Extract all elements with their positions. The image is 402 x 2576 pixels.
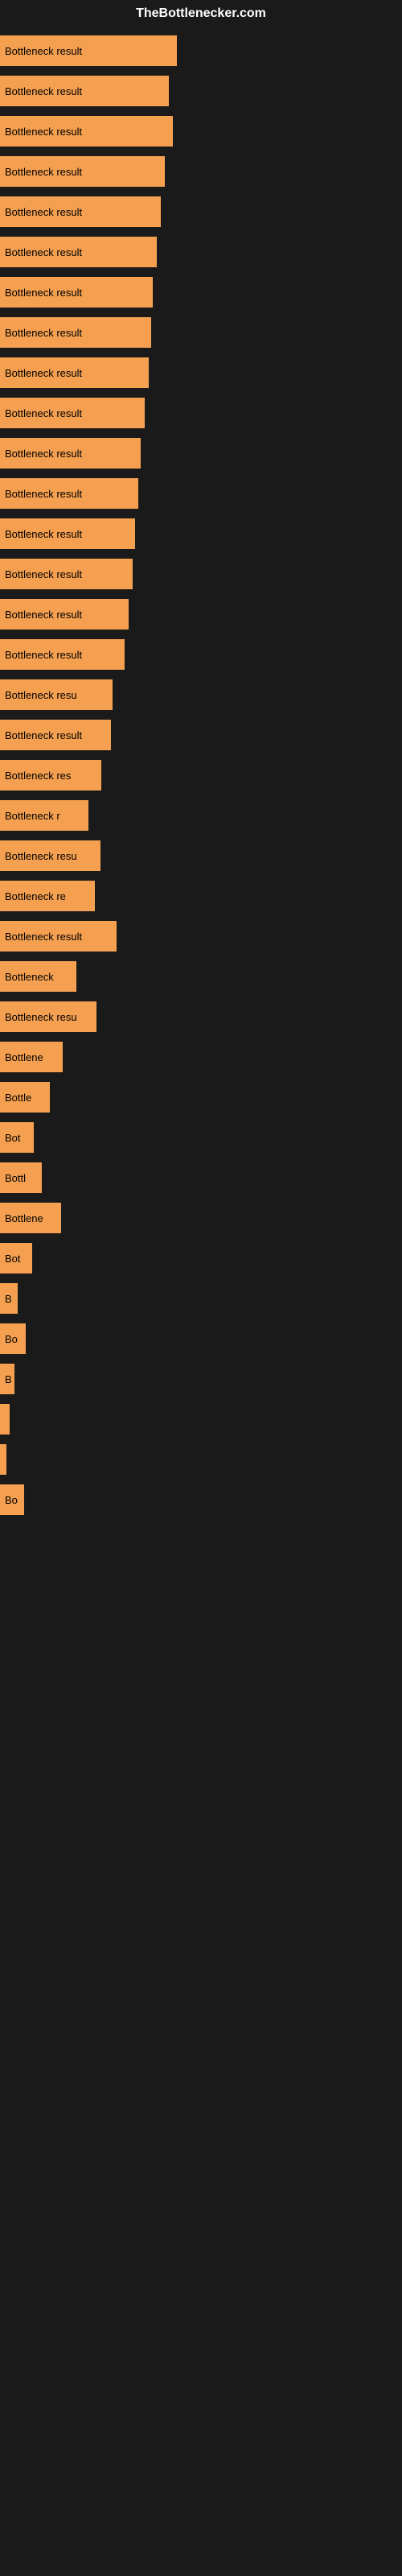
bottleneck-bar: Bottlene — [0, 1203, 61, 1233]
bar-row: Bottleneck result — [0, 559, 402, 589]
bar-row: Bottleneck res — [0, 760, 402, 791]
bar-row: Bottleneck result — [0, 196, 402, 227]
bar-row: Bottleneck result — [0, 317, 402, 348]
bar-row: Bottleneck result — [0, 398, 402, 428]
bar-row: Bottle — [0, 1082, 402, 1113]
bottleneck-bar: Bo — [0, 1484, 24, 1515]
bottleneck-bar: Bottlene — [0, 1042, 63, 1072]
bar-row: Bottleneck result — [0, 438, 402, 469]
bottleneck-bar — [0, 1444, 6, 1475]
bottleneck-bar: Bottleneck result — [0, 639, 125, 670]
bar-row: Bottleneck result — [0, 237, 402, 267]
bottleneck-bar: Bottleneck result — [0, 478, 138, 509]
bottleneck-bar: Bottleneck — [0, 961, 76, 992]
bar-row: Bottleneck result — [0, 720, 402, 750]
site-title: TheBottlenecker.com — [0, 0, 402, 27]
bottleneck-bar: Bottleneck result — [0, 518, 135, 549]
bottleneck-bar: Bottleneck result — [0, 720, 111, 750]
bottleneck-bar: Bottleneck result — [0, 357, 149, 388]
bottleneck-bar: Bottleneck r — [0, 800, 88, 831]
bottleneck-bar: Bot — [0, 1243, 32, 1274]
bottleneck-bar — [0, 1404, 10, 1435]
bar-row: Bottlene — [0, 1203, 402, 1233]
bar-row: Bot — [0, 1243, 402, 1274]
bar-row: Bottl — [0, 1162, 402, 1193]
bar-row: Bo — [0, 1484, 402, 1515]
bar-row: Bottleneck result — [0, 277, 402, 308]
bar-row: B — [0, 1364, 402, 1394]
bar-row: Bottleneck — [0, 961, 402, 992]
bottleneck-bar: Bottleneck result — [0, 599, 129, 630]
bottleneck-bar: Bottleneck result — [0, 438, 141, 469]
bottleneck-bar: B — [0, 1364, 14, 1394]
bottleneck-bar: Bottleneck resu — [0, 1001, 96, 1032]
bottleneck-bar: Bottleneck resu — [0, 679, 113, 710]
bar-row: Bottleneck result — [0, 518, 402, 549]
bar-row: Bottleneck result — [0, 599, 402, 630]
bottleneck-bar: Bottleneck result — [0, 35, 177, 66]
bar-row — [0, 1404, 402, 1435]
bottleneck-bar: Bottleneck result — [0, 921, 117, 952]
bar-row: B — [0, 1283, 402, 1314]
bar-row: Bottleneck result — [0, 921, 402, 952]
bottleneck-bar: Bottleneck re — [0, 881, 95, 911]
bar-row: Bottleneck result — [0, 156, 402, 187]
bottleneck-bar: B — [0, 1283, 18, 1314]
bar-row: Bottleneck resu — [0, 840, 402, 871]
bar-row: Bo — [0, 1323, 402, 1354]
bottleneck-bar: Bottle — [0, 1082, 50, 1113]
bar-row: Bottleneck result — [0, 76, 402, 106]
bottleneck-bar: Bottleneck result — [0, 398, 145, 428]
bars-container: Bottleneck result Bottleneck result Bottle… — [0, 27, 402, 1533]
bar-row — [0, 1444, 402, 1475]
bar-row: Bottleneck result — [0, 35, 402, 66]
bar-row: Bottleneck result — [0, 478, 402, 509]
bottleneck-bar: Bo — [0, 1323, 26, 1354]
bottleneck-bar: Bottleneck resu — [0, 840, 100, 871]
bar-row: Bottlene — [0, 1042, 402, 1072]
bottleneck-bar: Bottleneck result — [0, 317, 151, 348]
bottleneck-bar: Bottleneck result — [0, 237, 157, 267]
bottleneck-bar: Bot — [0, 1122, 34, 1153]
bar-row: Bottleneck result — [0, 116, 402, 147]
bottleneck-bar: Bottleneck res — [0, 760, 101, 791]
bottleneck-bar: Bottleneck result — [0, 76, 169, 106]
bottleneck-bar: Bottl — [0, 1162, 42, 1193]
bottleneck-bar: Bottleneck result — [0, 277, 153, 308]
bottleneck-bar: Bottleneck result — [0, 156, 165, 187]
bar-row: Bottleneck result — [0, 639, 402, 670]
bottleneck-bar: Bottleneck result — [0, 116, 173, 147]
bar-row: Bottleneck re — [0, 881, 402, 911]
bar-row: Bottleneck resu — [0, 1001, 402, 1032]
bar-row: Bottleneck result — [0, 357, 402, 388]
bar-row: Bottleneck r — [0, 800, 402, 831]
bar-row: Bot — [0, 1122, 402, 1153]
bar-row: Bottleneck resu — [0, 679, 402, 710]
bottleneck-bar: Bottleneck result — [0, 196, 161, 227]
bottleneck-bar: Bottleneck result — [0, 559, 133, 589]
